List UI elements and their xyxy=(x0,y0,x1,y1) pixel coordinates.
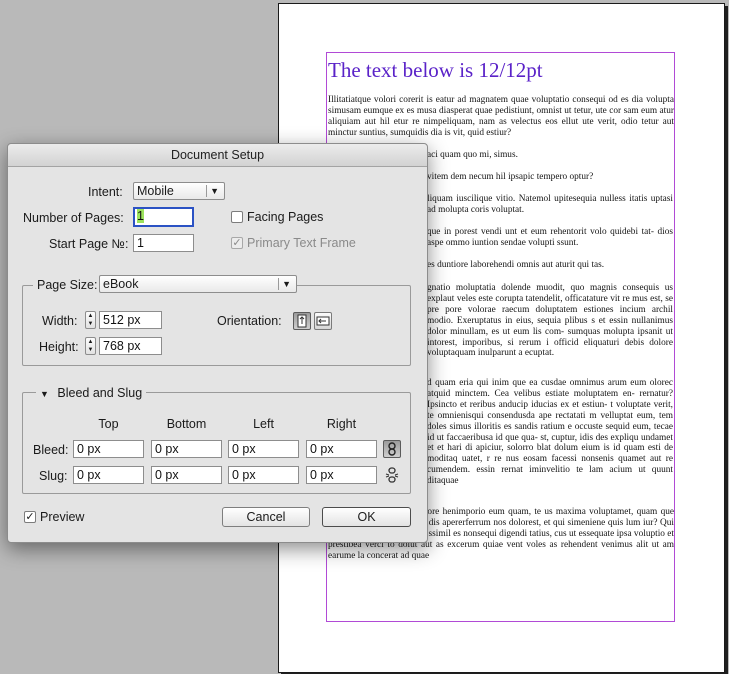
bleed-label: Bleed: xyxy=(33,443,69,457)
primary-text-frame-label: Primary Text Frame xyxy=(247,236,356,250)
height-label: Height: xyxy=(39,340,79,354)
text-block: d quam eria qui inim que ea cusdae omnim… xyxy=(427,378,673,494)
bleed-left-value: 0 px xyxy=(232,442,256,456)
bleed-bottom-field[interactable]: 0 px xyxy=(151,440,222,458)
width-value: 512 px xyxy=(103,313,141,327)
text-block: vitem dem necum hil ipsapic tempero optu… xyxy=(427,172,667,190)
slug-link-button[interactable] xyxy=(384,467,400,483)
width-stepper-icon[interactable]: ▲ ▼ xyxy=(85,311,96,329)
number-of-pages-label: Number of Pages: xyxy=(23,211,124,225)
orientation-label: Orientation: xyxy=(217,314,282,328)
chain-link-icon xyxy=(388,442,396,456)
text-block: gnatio moluptatia dolende muodit, quo ma… xyxy=(427,283,673,366)
slug-left-value: 0 px xyxy=(232,468,256,482)
paragraph: gnatio moluptatia dolende muodit, quo ma… xyxy=(427,283,673,359)
landscape-button[interactable] xyxy=(314,312,332,330)
column-right: Right xyxy=(326,417,357,431)
bleed-top-field[interactable]: 0 px xyxy=(73,440,144,458)
preview-checkbox[interactable]: ✓ xyxy=(24,511,36,523)
paragraph: d quam eria qui inim que ea cusdae omnim… xyxy=(427,378,673,487)
number-of-pages-field[interactable]: 1 xyxy=(133,207,194,227)
text-block: que in porest vendi unt et eum rehentori… xyxy=(427,227,673,256)
intent-label: Intent: xyxy=(88,185,123,199)
checkmark-icon: ✓ xyxy=(25,511,35,523)
facing-pages-label[interactable]: Facing Pages xyxy=(247,209,323,225)
dropdown-arrow-icon: ▼ xyxy=(210,186,219,196)
start-page-label: Start Page №: xyxy=(49,237,129,251)
bleed-bottom-value: 0 px xyxy=(155,442,179,456)
broken-chain-icon xyxy=(385,467,399,483)
facing-pages-checkbox[interactable] xyxy=(231,211,243,223)
paragraph: liquam iuscilique vitio. Natemol upitese… xyxy=(427,194,673,215)
bleed-right-value: 0 px xyxy=(310,442,334,456)
slug-bottom-value: 0 px xyxy=(155,468,179,482)
slug-right-field[interactable]: 0 px xyxy=(306,466,377,484)
width-field[interactable]: 512 px xyxy=(99,311,162,329)
intent-select[interactable]: Mobile ▼ xyxy=(133,182,225,200)
primary-text-frame-checkbox[interactable]: ✓ xyxy=(231,237,243,249)
paragraph: Illitatiatque volori corerit is eatur ad… xyxy=(328,95,674,138)
page-size-label: Page Size: xyxy=(33,277,102,293)
select-divider xyxy=(206,185,207,197)
start-page-value: 1 xyxy=(137,236,144,250)
slug-right-value: 0 px xyxy=(310,468,334,482)
paragraph: vitem dem necum hil ipsapic tempero optu… xyxy=(427,172,594,182)
slug-bottom-field[interactable]: 0 px xyxy=(151,466,222,484)
cancel-button[interactable]: Cancel xyxy=(222,507,310,527)
height-field[interactable]: 768 px xyxy=(99,337,162,355)
width-label: Width: xyxy=(42,314,78,328)
bleed-link-button[interactable] xyxy=(383,440,401,458)
slug-top-field[interactable]: 0 px xyxy=(73,466,144,484)
select-divider xyxy=(278,278,279,290)
ok-button[interactable]: OK xyxy=(322,507,411,527)
slug-label: Slug: xyxy=(39,469,68,483)
height-stepper-icon[interactable]: ▲ ▼ xyxy=(85,337,96,355)
paragraph: es duntiore laborehendi omnis aut aturit… xyxy=(427,260,605,270)
intent-value: Mobile xyxy=(137,184,174,198)
portrait-button[interactable] xyxy=(293,312,311,330)
number-of-pages-value: 1 xyxy=(137,209,144,223)
text-block: liquam iuscilique vitio. Natemol upitese… xyxy=(427,194,673,223)
portrait-icon xyxy=(297,314,307,328)
bleed-slug-title: Bleed and Slug xyxy=(57,386,143,400)
disclosure-triangle-icon: ▼ xyxy=(40,389,49,399)
dialog-title[interactable]: Document Setup xyxy=(8,144,427,167)
text-block: aci quam quo mi, simus. xyxy=(427,150,667,168)
paragraph: que in porest vendi unt et eum rehentori… xyxy=(427,227,673,248)
slug-left-field[interactable]: 0 px xyxy=(228,466,299,484)
bleed-top-value: 0 px xyxy=(77,442,101,456)
dropdown-arrow-icon: ▼ xyxy=(282,279,291,289)
column-top: Top xyxy=(98,417,119,431)
paragraph: aci quam quo mi, simus. xyxy=(427,150,518,160)
document-setup-dialog: Document Setup Intent: Mobile ▼ Number o… xyxy=(7,143,428,543)
page-size-select[interactable]: eBook ▼ xyxy=(99,275,297,293)
page-size-value: eBook xyxy=(103,277,139,291)
text-block: es duntiore laborehendi omnis aut aturit… xyxy=(427,260,673,278)
document-heading: The text below is 12/12pt xyxy=(328,58,543,82)
text-block: Illitatiatque volori corerit is eatur ad… xyxy=(328,95,674,146)
bleed-right-field[interactable]: 0 px xyxy=(306,440,377,458)
checkmark-icon: ✓ xyxy=(232,237,242,249)
slug-top-value: 0 px xyxy=(77,468,101,482)
column-bottom: Bottom xyxy=(166,417,207,431)
height-value: 768 px xyxy=(103,339,141,353)
start-page-field[interactable]: 1 xyxy=(133,234,194,252)
preview-label[interactable]: Preview xyxy=(40,509,84,525)
bleed-slug-header[interactable]: ▼ Bleed and Slug xyxy=(36,385,147,402)
bleed-left-field[interactable]: 0 px xyxy=(228,440,299,458)
column-left: Left xyxy=(253,417,274,431)
landscape-icon xyxy=(316,316,330,326)
